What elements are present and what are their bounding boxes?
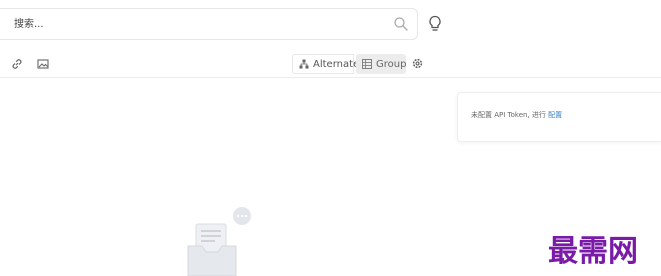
link-icon[interactable] <box>10 57 24 71</box>
search-icon[interactable] <box>393 16 409 32</box>
search-bar <box>0 8 418 40</box>
empty-inbox-illustration <box>187 207 251 276</box>
lightbulb-icon[interactable] <box>428 15 442 33</box>
watermark: 最需网 <box>548 234 638 269</box>
sitemap-icon <box>299 59 309 69</box>
gear-icon[interactable] <box>411 57 424 70</box>
grid-icon <box>362 59 372 69</box>
image-icon[interactable] <box>36 57 50 71</box>
toolbar: Alternate Group <box>0 52 661 78</box>
api-token-notice: 未配置 API Token, 进行 配置 <box>457 92 661 142</box>
notice-message: 未配置 API Token, 进行 配置 <box>471 110 562 120</box>
search-input[interactable] <box>14 9 374 39</box>
alternate-label: Alternate <box>313 58 360 70</box>
alternate-button[interactable]: Alternate <box>292 54 359 74</box>
configure-link[interactable]: 配置 <box>548 111 562 119</box>
group-button[interactable]: Group <box>356 54 406 74</box>
notice-text: 未配置 API Token, 进行 <box>471 111 549 119</box>
group-label: Group <box>376 58 407 70</box>
